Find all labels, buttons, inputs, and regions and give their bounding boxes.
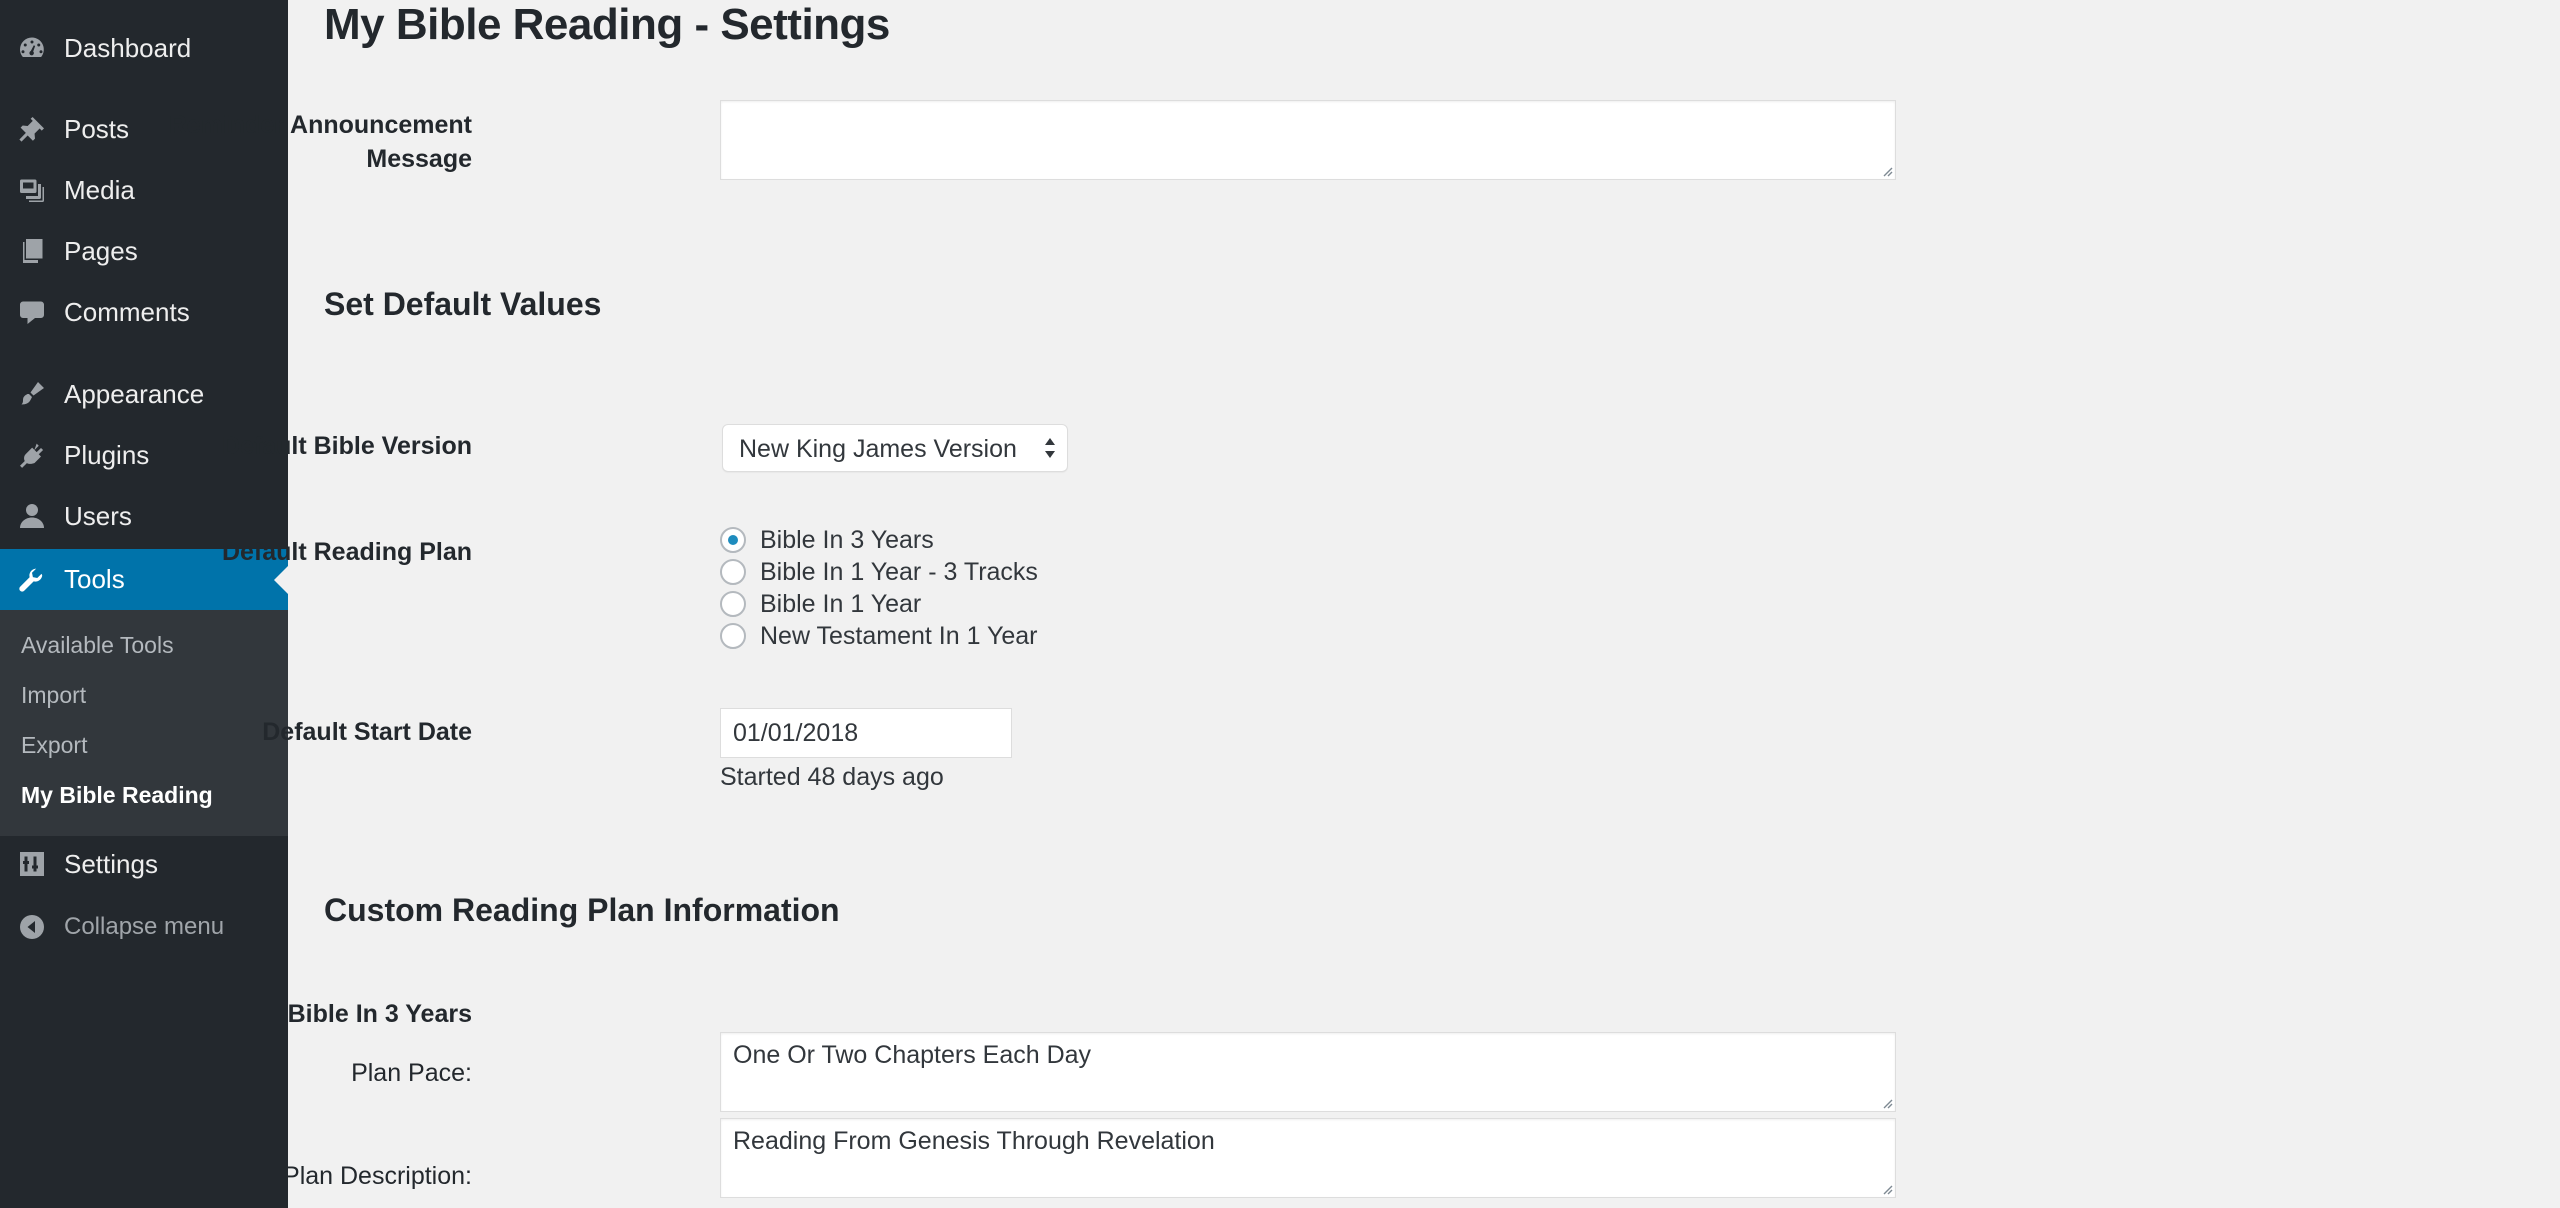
sidebar-item-label: Appearance (64, 378, 205, 409)
reading-plan-label: Default Reading Plan (221, 538, 472, 566)
plan-description-textarea[interactable]: Reading From Genesis Through Revelation (720, 1118, 1896, 1198)
pin-icon (16, 113, 48, 145)
pages-icon (16, 235, 48, 267)
radio-option-bible-1-year[interactable]: Bible In 1 Year (720, 588, 921, 620)
submenu-item-my-bible-reading[interactable]: My Bible Reading (21, 782, 213, 809)
dashboard-icon (16, 32, 48, 64)
page-title: My Bible Reading - Settings (324, 0, 890, 49)
custom-plan-heading: Custom Reading Plan Information (324, 892, 840, 928)
reminder-message-textarea[interactable] (720, 100, 1896, 180)
sidebar-item-label: Posts (64, 113, 130, 144)
plan-description-value: Reading From Genesis Through Revelation (733, 1127, 1215, 1155)
custom-plan-name: Bible In 3 Years (287, 1000, 472, 1028)
comment-icon (16, 296, 48, 328)
sidebar-item-label: Dashboard (64, 32, 192, 63)
bible-version-select[interactable]: New King James Version (722, 424, 1068, 472)
radio-label: Bible In 3 Years (760, 525, 934, 554)
sidebar-item-label: Media (64, 174, 135, 205)
start-date-label: Default Start Date (262, 718, 472, 746)
sidebar-item-dashboard[interactable]: Dashboard (0, 20, 288, 76)
resize-grip-icon[interactable] (1879, 163, 1893, 177)
radio-label: Bible In 1 Year - 3 Tracks (760, 557, 1038, 586)
bible-version-selected: New King James Version (739, 435, 1017, 463)
bible-version-label: Default Bible Version (221, 432, 472, 460)
sidebar-item-label: Pages (64, 235, 138, 266)
active-menu-arrow (274, 565, 288, 594)
resize-grip-icon[interactable] (1879, 1095, 1893, 1109)
main-content: My Bible Reading - Settings Reminder Ann… (169, 0, 2560, 1208)
radio-option-new-testament-1-year[interactable]: New Testament In 1 Year (720, 620, 1038, 652)
collapse-arrow-icon (16, 911, 48, 943)
sidebar-item-comments[interactable]: Comments (0, 284, 288, 340)
radio-button[interactable] (720, 623, 746, 649)
default-values-heading: Set Default Values (324, 286, 602, 322)
sidebar-item-settings[interactable]: Settings (0, 836, 288, 892)
submenu-item-export[interactable]: Export (21, 732, 87, 759)
radio-label: New Testament In 1 Year (760, 621, 1038, 650)
submenu-item-available-tools[interactable]: Available Tools (21, 632, 174, 659)
radio-option-bible-1-year-3-tracks[interactable]: Bible In 1 Year - 3 Tracks (720, 556, 1038, 588)
sidebar-item-label: Comments (64, 296, 190, 327)
sidebar-item-label: Users (64, 500, 132, 531)
wrench-icon (16, 564, 48, 596)
plan-pace-value: One Or Two Chapters Each Day (733, 1041, 1092, 1069)
reminder-message-label: Reminder Announcement Message (168, 111, 472, 173)
submenu-item-import[interactable]: Import (21, 682, 86, 709)
radio-button[interactable] (720, 527, 746, 553)
radio-option-bible-3-years[interactable]: Bible In 3 Years (720, 524, 934, 556)
paintbrush-icon (16, 378, 48, 410)
sidebar-item-pages[interactable]: Pages (0, 223, 288, 279)
radio-button[interactable] (720, 591, 746, 617)
settings-icon (16, 848, 48, 880)
sidebar-item-appearance[interactable]: Appearance (0, 366, 288, 422)
radio-label: Bible In 1 Year (760, 589, 922, 618)
collapse-menu-button[interactable]: Collapse menu (0, 899, 288, 955)
start-date-input[interactable]: 01/01/2018 (720, 708, 1012, 758)
plan-description-label: Plan Description: (283, 1162, 472, 1190)
plan-pace-label: Plan Pace: (351, 1059, 472, 1087)
resize-grip-icon[interactable] (1879, 1181, 1893, 1195)
radio-button[interactable] (720, 559, 746, 585)
plug-icon (16, 439, 48, 471)
sidebar-item-label: Settings (64, 848, 158, 879)
user-icon (16, 500, 48, 532)
start-date-helper: Started 48 days ago (720, 763, 944, 791)
collapse-menu-label: Collapse menu (64, 913, 225, 940)
select-arrows-icon (1045, 438, 1055, 458)
media-icon (16, 174, 48, 206)
plan-pace-textarea[interactable]: One Or Two Chapters Each Day (720, 1032, 1896, 1112)
